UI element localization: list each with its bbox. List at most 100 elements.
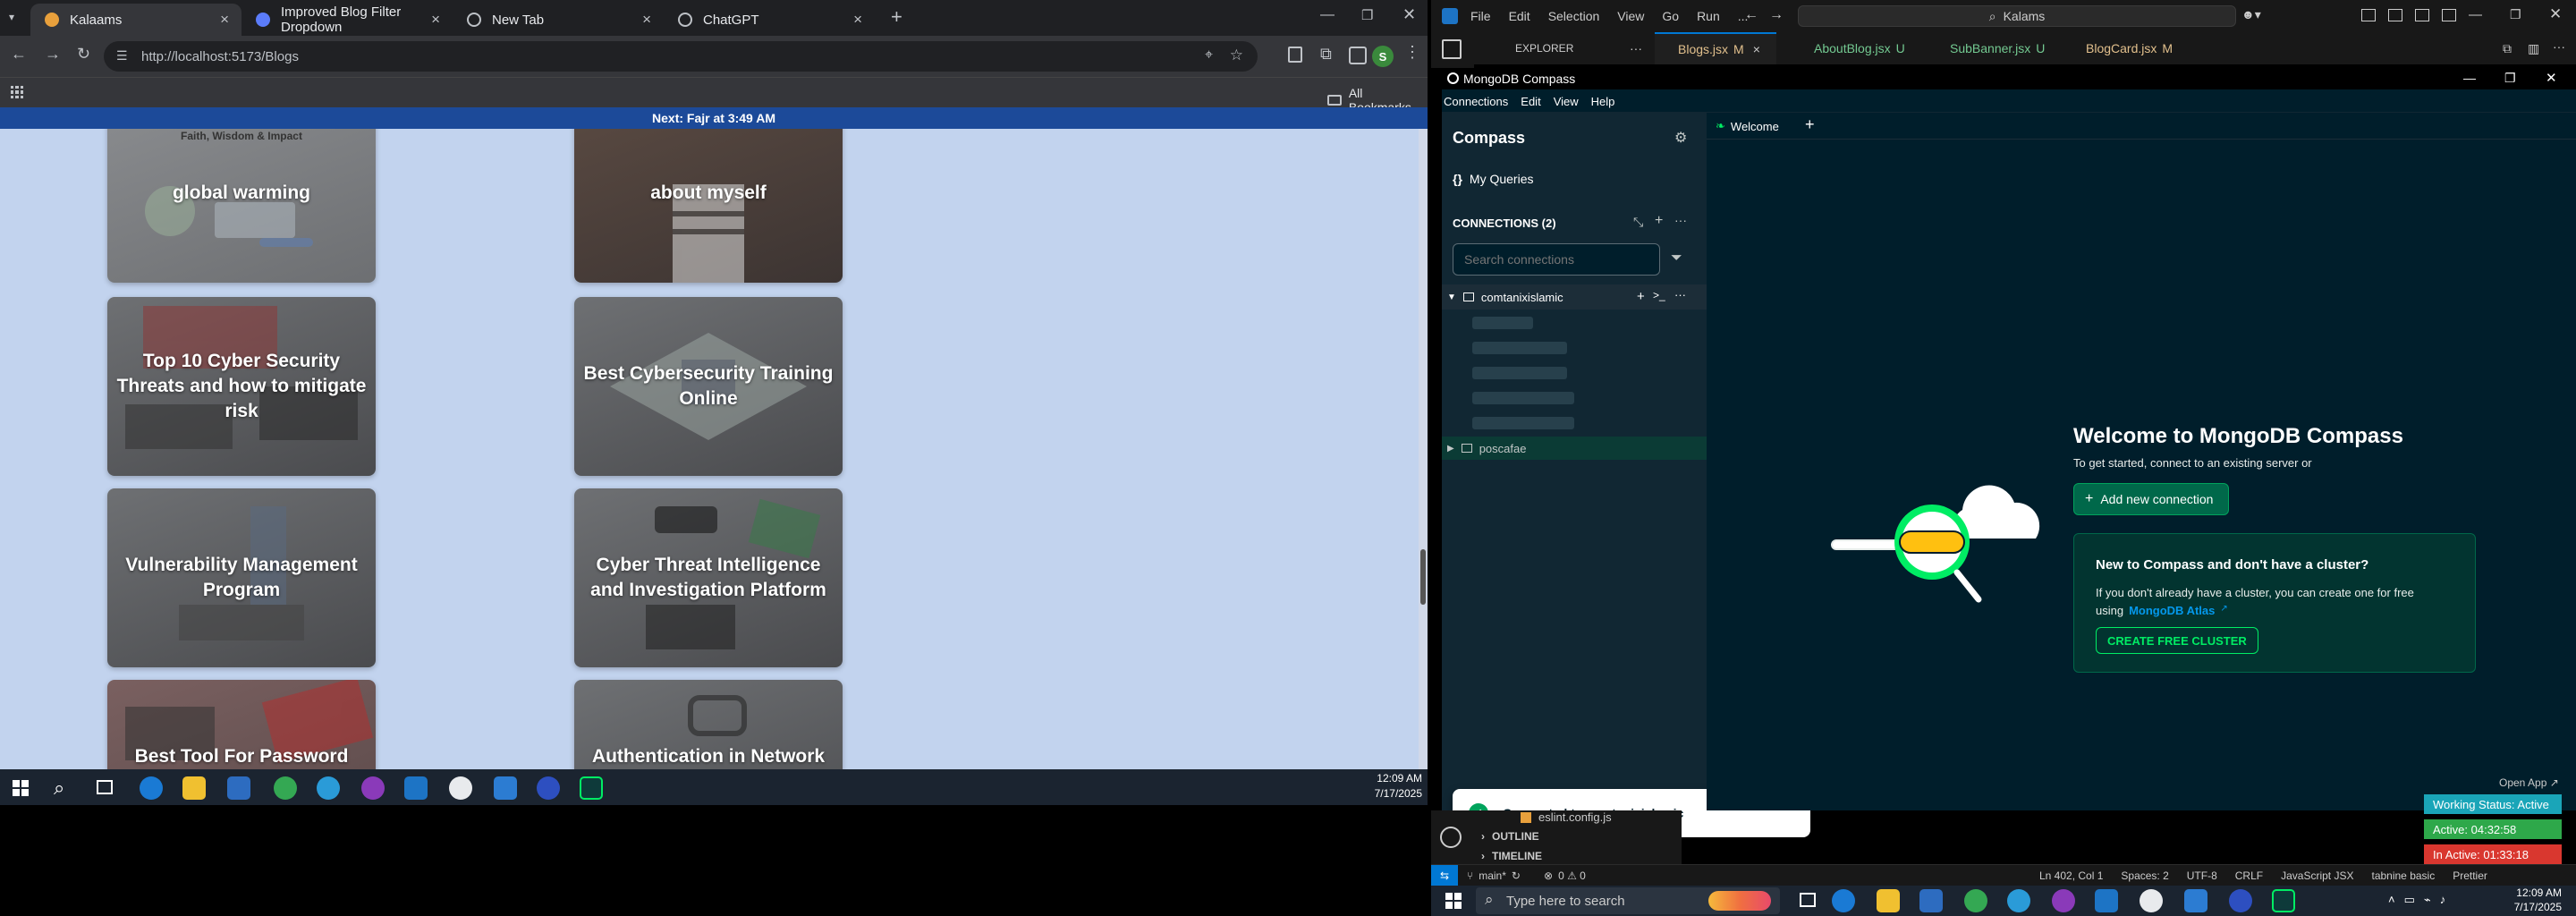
menu-run[interactable]: Run: [1697, 9, 1720, 23]
menu-help[interactable]: Help: [1591, 95, 1615, 108]
task-view-icon[interactable]: [1800, 893, 1816, 907]
task-view-icon[interactable]: [97, 780, 113, 794]
indentation[interactable]: Spaces: 2: [2121, 869, 2168, 882]
prettier-status[interactable]: Prettier: [2453, 869, 2487, 882]
line-ending[interactable]: CRLF: [2235, 869, 2263, 882]
clock[interactable]: 12:09 AM 7/17/2025: [2490, 886, 2562, 914]
my-queries-link[interactable]: {} My Queries: [1453, 172, 1533, 186]
search-connections-input[interactable]: [1453, 243, 1660, 276]
chevron-down-icon[interactable]: ▼: [1447, 293, 1456, 302]
mongodb-compass-icon[interactable]: [580, 776, 603, 800]
blog-card[interactable]: Authentication in Network Security: [574, 680, 843, 769]
toggle-sidebar-icon[interactable]: [2388, 9, 2402, 21]
open-changes-icon[interactable]: ⧉: [2503, 41, 2512, 56]
menu-edit[interactable]: Edit: [1521, 95, 1540, 108]
back-arrow-icon[interactable]: ←: [1744, 7, 1758, 23]
volume-icon[interactable]: ♪: [2440, 893, 2446, 907]
add-new-connection-button[interactable]: + Add new connection: [2073, 483, 2229, 515]
blog-card[interactable]: Best Tool For Password Management: [107, 680, 376, 769]
toggle-panel-icon[interactable]: [2415, 9, 2429, 21]
tab-chatgpt[interactable]: ChatGPT ×: [664, 4, 875, 36]
scrollbar-thumb[interactable]: [1420, 549, 1426, 605]
vscode-icon[interactable]: [404, 776, 428, 800]
app-icon[interactable]: [2007, 889, 2030, 912]
git-branch-status[interactable]: ⑂ main* ↻: [1467, 869, 1521, 882]
create-database-plus-icon[interactable]: +: [1637, 289, 1645, 304]
collapse-all-icon[interactable]: ⤡: [1633, 215, 1643, 230]
chevron-right-icon[interactable]: ▶: [1447, 444, 1454, 454]
sidepanel-icon[interactable]: [1349, 47, 1367, 64]
bookmark-star-icon[interactable]: ☆: [1230, 47, 1243, 64]
toggle-secondary-sidebar-icon[interactable]: [2442, 9, 2456, 21]
menu-edit[interactable]: Edit: [1509, 9, 1530, 23]
store-icon[interactable]: [1919, 889, 1943, 912]
blog-card[interactable]: about myself: [574, 129, 843, 283]
menu-selection[interactable]: Selection: [1548, 9, 1600, 23]
connection-item-comtanixislamic[interactable]: ▼ comtanixislamic + >_ ···: [1442, 284, 1707, 310]
tab-blogcard-jsx[interactable]: BlogCard.jsx M: [2063, 32, 2197, 64]
edge-icon[interactable]: [1832, 889, 1855, 912]
close-icon[interactable]: ×: [220, 11, 229, 29]
photos-icon[interactable]: [494, 776, 517, 800]
github-icon[interactable]: [2052, 889, 2075, 912]
windows-start-icon[interactable]: [13, 780, 29, 796]
edge-icon[interactable]: [140, 776, 163, 800]
close-icon[interactable]: ×: [1753, 42, 1760, 56]
zoom-icon[interactable]: [2229, 889, 2252, 912]
settings-gear-icon[interactable]: ⚙: [1674, 129, 1687, 147]
chrome-icon[interactable]: [1964, 889, 1987, 912]
more-actions-icon[interactable]: ···: [2553, 39, 2565, 54]
tab-subbanner-jsx[interactable]: SubBanner.jsx U: [1927, 32, 2061, 64]
tab-search-icon[interactable]: ▾: [9, 11, 14, 23]
copilot-icon[interactable]: ☻▾: [2241, 7, 2261, 22]
profile-avatar[interactable]: S: [1372, 46, 1394, 67]
tray-chevron-up-icon[interactable]: ˄: [2388, 893, 2395, 907]
forward-arrow-icon[interactable]: →: [1769, 7, 1784, 23]
maximize-icon[interactable]: ❐: [1361, 7, 1373, 23]
problems-status[interactable]: ⊗ 0 ⚠ 0: [1544, 869, 1586, 882]
maximize-icon[interactable]: ❐: [2510, 7, 2521, 22]
open-app-link[interactable]: Open App ↗: [2499, 776, 2559, 789]
tabnine-status[interactable]: tabnine basic: [2371, 869, 2435, 882]
mongodb-atlas-link[interactable]: MongoDB Atlas: [2129, 604, 2215, 617]
split-editor-icon[interactable]: ▥: [2528, 41, 2539, 56]
tab-aboutblog-jsx[interactable]: AboutBlog.jsx U: [1791, 32, 1925, 64]
chrome-icon[interactable]: [2140, 889, 2163, 912]
maximize-icon[interactable]: ❐: [2504, 71, 2516, 86]
forward-arrow-icon[interactable]: →: [45, 45, 61, 64]
menu-file[interactable]: File: [1470, 9, 1491, 23]
close-icon[interactable]: ×: [431, 11, 440, 29]
minimize-icon[interactable]: —: [1320, 7, 1335, 23]
more-actions-icon[interactable]: ···: [1674, 288, 1686, 301]
taskbar-search-box[interactable]: ⌕ Type here to search: [1476, 887, 1780, 914]
blog-card[interactable]: Top 10 Cyber Security Threats and how to…: [107, 297, 376, 476]
menu-view[interactable]: View: [1617, 9, 1644, 23]
blog-card[interactable]: Faith, Wisdom & Impact global warming: [107, 129, 376, 283]
accounts-settings-gear-icon[interactable]: [1440, 827, 1462, 848]
cursor-position[interactable]: Ln 402, Col 1: [2039, 869, 2103, 882]
blog-card[interactable]: Cyber Threat Intelligence and Investigat…: [574, 488, 843, 667]
network-icon[interactable]: ⌁: [2424, 893, 2431, 907]
store-icon[interactable]: [227, 776, 250, 800]
photos-icon[interactable]: [2184, 889, 2207, 912]
chrome-icon[interactable]: [449, 776, 472, 800]
minimize-icon[interactable]: —: [2469, 7, 2482, 22]
extension-icon[interactable]: [1288, 47, 1302, 63]
location-icon[interactable]: ⌖: [1205, 47, 1213, 64]
chrome-icon[interactable]: [274, 776, 297, 800]
tab-blogs-jsx[interactable]: Blogs.jsx M ×: [1655, 32, 1776, 64]
clock[interactable]: 12:09 AM 7/17/2025: [1342, 771, 1422, 802]
menu-connections[interactable]: Connections: [1444, 95, 1508, 108]
search-icon[interactable]: ⌕: [54, 776, 64, 800]
page-scrollbar[interactable]: [1419, 129, 1428, 769]
menu-view[interactable]: View: [1554, 95, 1579, 108]
file-item-eslint-config[interactable]: eslint.config.js: [1521, 810, 1612, 824]
language-mode[interactable]: JavaScript JSX: [2281, 869, 2353, 882]
timeline-section-header[interactable]: › TIMELINE: [1481, 850, 1542, 862]
apps-grid-icon[interactable]: [11, 86, 23, 98]
tab-improved-blog-filter[interactable]: Improved Blog Filter Dropdown ×: [242, 4, 453, 36]
new-tab-plus-icon[interactable]: +: [891, 5, 902, 29]
add-connection-plus-icon[interactable]: +: [1655, 213, 1663, 229]
reload-icon[interactable]: ↻: [77, 45, 90, 64]
display-icon[interactable]: ▭: [2404, 893, 2415, 907]
